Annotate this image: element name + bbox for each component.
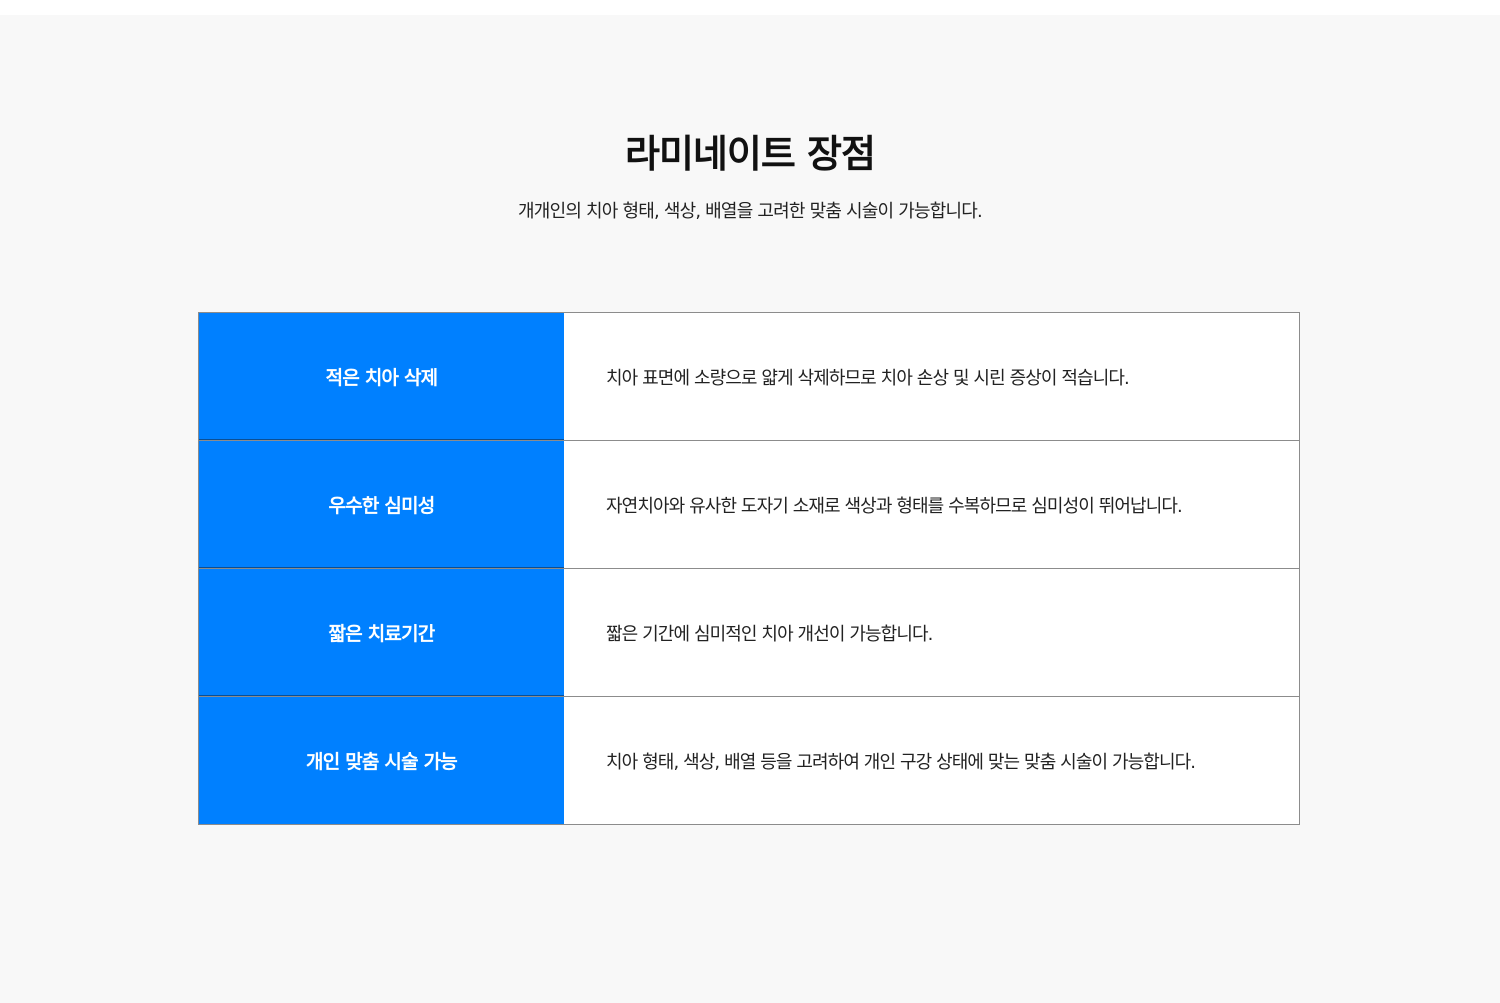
advantage-label: 적은 치아 삭제 [199, 313, 564, 440]
advantage-description: 치아 형태, 색상, 배열 등을 고려하여 개인 구강 상태에 맞는 맞춤 시술… [564, 697, 1299, 824]
table-row: 적은 치아 삭제 치아 표면에 소량으로 얇게 삭제하므로 치아 손상 및 시린… [199, 313, 1299, 441]
table-row: 우수한 심미성 자연치아와 유사한 도자기 소재로 색상과 형태를 수복하므로 … [199, 441, 1299, 569]
advantage-description: 치아 표면에 소량으로 얇게 삭제하므로 치아 손상 및 시린 증상이 적습니다… [564, 313, 1299, 440]
advantage-label: 짧은 치료기간 [199, 569, 564, 696]
table-row: 개인 맞춤 시술 가능 치아 형태, 색상, 배열 등을 고려하여 개인 구강 … [199, 697, 1299, 824]
advantage-label: 개인 맞춤 시술 가능 [199, 697, 564, 824]
advantage-label: 우수한 심미성 [199, 441, 564, 568]
advantage-description: 자연치아와 유사한 도자기 소재로 색상과 형태를 수복하므로 심미성이 뛰어납… [564, 441, 1299, 568]
section-subtitle: 개개인의 치아 형태, 색상, 배열을 고려한 맞춤 시술이 가능합니다. [518, 201, 983, 222]
advantage-description: 짧은 기간에 심미적인 치아 개선이 가능합니다. [564, 569, 1299, 696]
top-strip [0, 0, 1500, 15]
section-title: 라미네이트 장점 [625, 132, 876, 176]
table-row: 짧은 치료기간 짧은 기간에 심미적인 치아 개선이 가능합니다. [199, 569, 1299, 697]
advantages-table: 적은 치아 삭제 치아 표면에 소량으로 얇게 삭제하므로 치아 손상 및 시린… [198, 312, 1300, 825]
